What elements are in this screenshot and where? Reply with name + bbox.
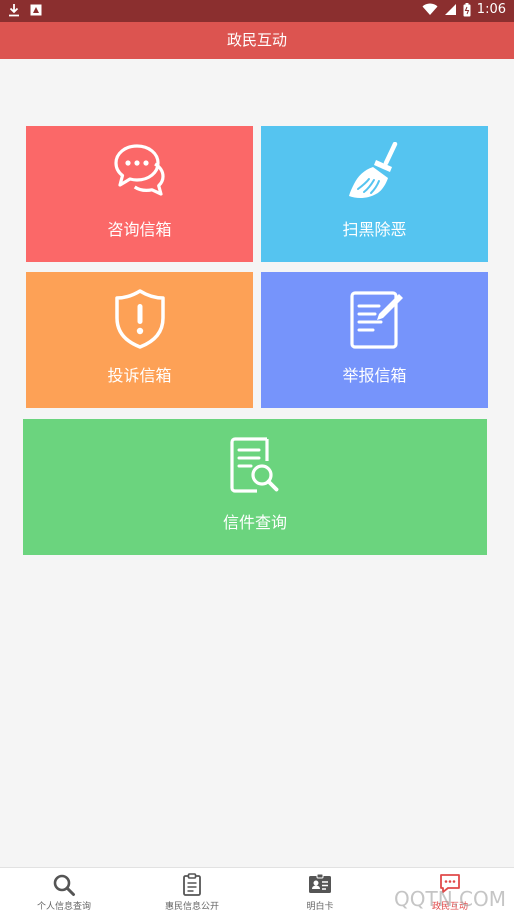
download-icon <box>8 3 20 17</box>
id-card-icon <box>308 873 332 899</box>
tile-label: 举报信箱 <box>342 366 407 385</box>
tile-letter-inquiry[interactable]: 信件查询 <box>23 419 487 555</box>
tile-anti-crime[interactable]: 扫黑除恶 <box>261 126 488 262</box>
status-bar: 1:06 <box>0 0 514 22</box>
nav-label: 惠民信息公开 <box>164 902 219 912</box>
chat-bubbles-icon <box>111 142 169 202</box>
nav-item-info-card[interactable]: 明白卡 <box>256 868 384 914</box>
watermark: QQTN.COM <box>394 887 506 911</box>
nav-label: 明白卡 <box>306 902 334 912</box>
tile-label: 信件查询 <box>222 513 287 532</box>
nav-item-personal-info[interactable]: 个人信息查询 <box>0 868 128 914</box>
shield-alert-icon <box>112 288 168 354</box>
image-icon <box>30 4 42 16</box>
clipboard-icon <box>182 873 202 901</box>
tile-consult-mailbox[interactable]: 咨询信箱 <box>26 126 253 262</box>
signal-icon <box>444 3 457 16</box>
page-title: 政民互动 <box>226 31 287 49</box>
nav-item-public-info[interactable]: 惠民信息公开 <box>128 868 256 914</box>
document-edit-icon <box>346 288 404 354</box>
tile-report-mailbox[interactable]: 举报信箱 <box>261 272 488 408</box>
tile-label: 扫黑除恶 <box>342 220 407 239</box>
tile-label: 咨询信箱 <box>107 220 172 239</box>
wifi-icon <box>422 3 438 16</box>
app-bar: 政民互动 <box>0 22 514 59</box>
broom-icon <box>346 141 404 204</box>
tile-complaint-mailbox[interactable]: 投诉信箱 <box>26 272 253 408</box>
tile-label: 投诉信箱 <box>107 366 172 385</box>
battery-icon <box>463 2 471 17</box>
status-time: 1:06 <box>476 2 506 17</box>
nav-label: 个人信息查询 <box>36 902 91 912</box>
search-icon <box>52 873 76 901</box>
document-search-icon <box>227 435 283 497</box>
